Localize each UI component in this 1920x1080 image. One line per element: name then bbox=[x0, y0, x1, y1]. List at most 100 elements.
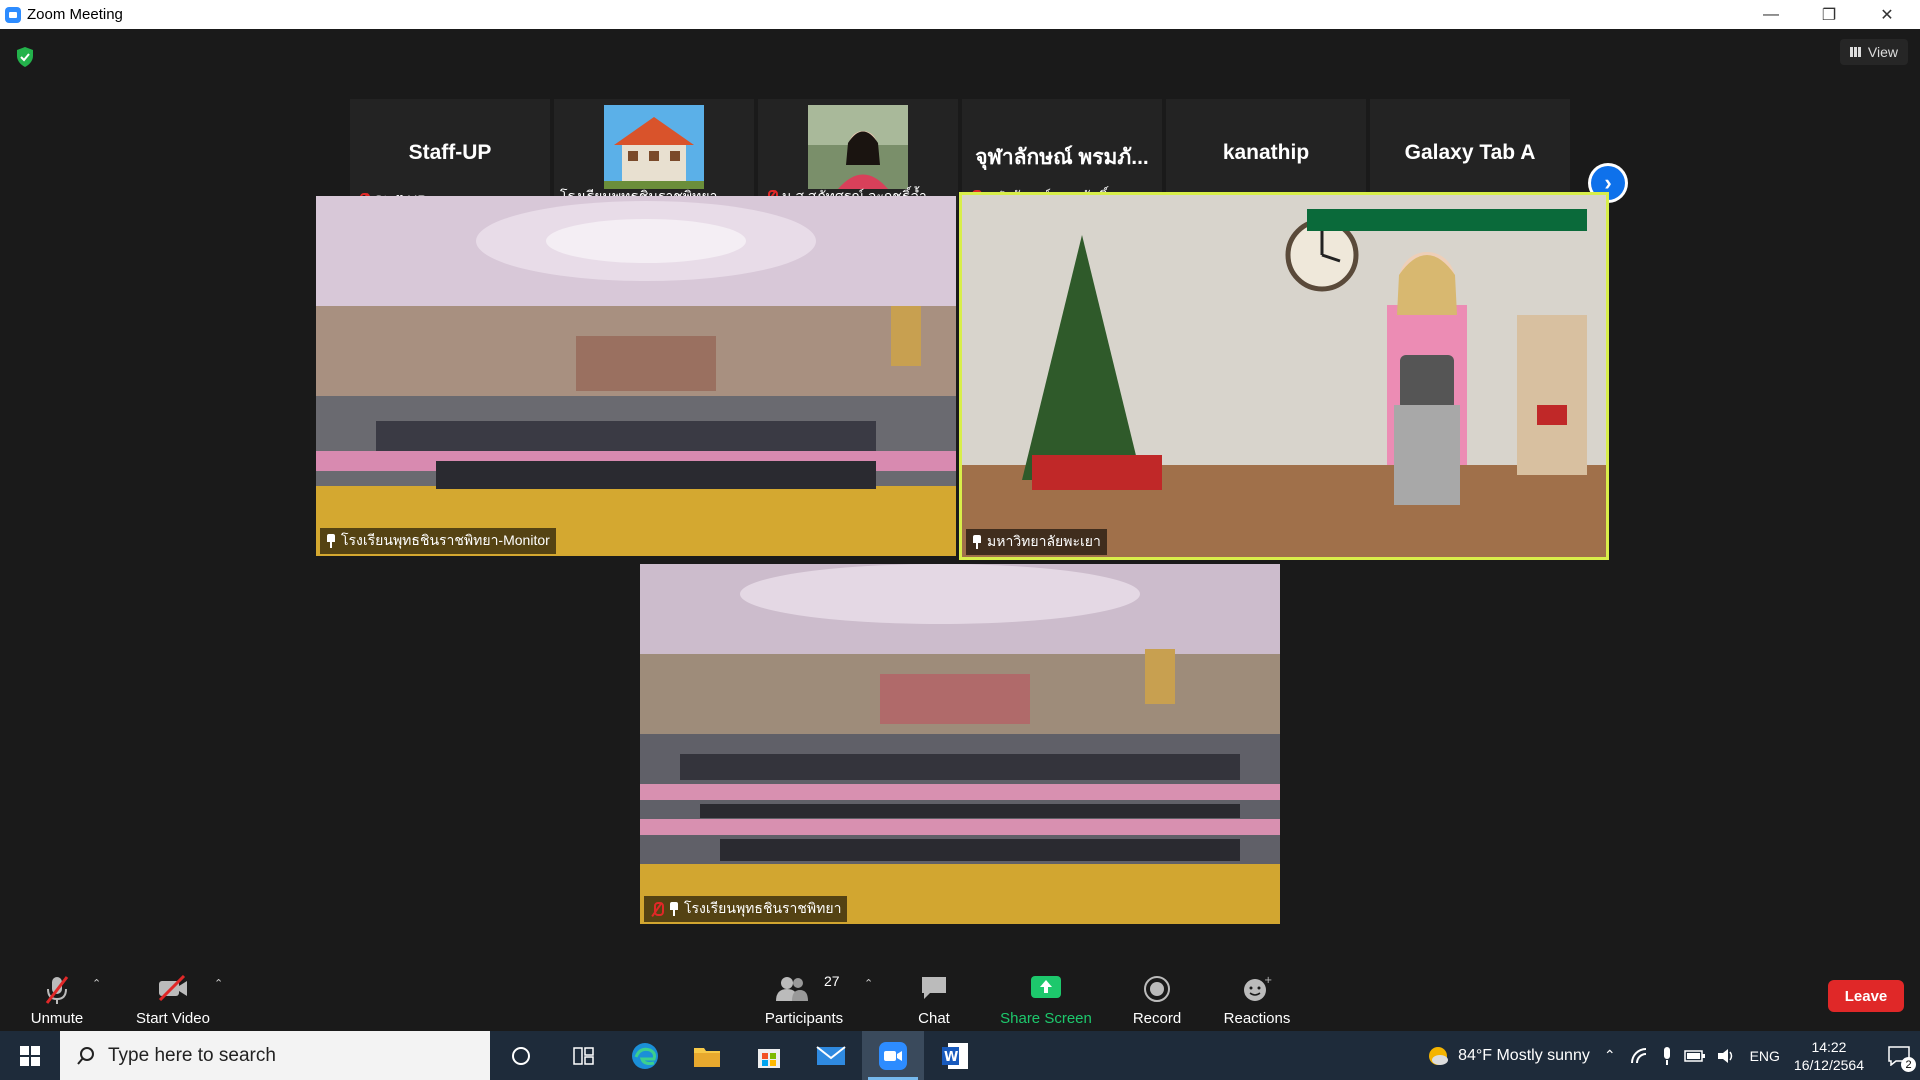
windows-taskbar: Type here to search W 84°F Mostly sunny … bbox=[0, 1031, 1920, 1080]
grid-view-icon bbox=[1849, 47, 1862, 57]
participant-tile[interactable]: Staff-UP Staff-UP bbox=[350, 99, 550, 210]
share-screen-label: Share Screen bbox=[1000, 1010, 1092, 1027]
zoom-app-icon bbox=[879, 1041, 907, 1070]
zoom-logo-icon bbox=[5, 6, 21, 23]
close-button[interactable]: ✕ bbox=[1858, 0, 1916, 29]
participants-count: 27 bbox=[824, 973, 840, 989]
input-language-indicator[interactable]: ENG bbox=[1750, 1048, 1780, 1064]
window-title: Zoom Meeting bbox=[27, 6, 123, 23]
participant-display-name: Galaxy Tab A bbox=[1404, 141, 1536, 164]
clock-time: 14:22 bbox=[1811, 1038, 1847, 1055]
microsoft-store-button[interactable] bbox=[738, 1031, 800, 1080]
search-icon bbox=[77, 1046, 94, 1065]
mail-button[interactable] bbox=[800, 1031, 862, 1080]
participants-icon bbox=[776, 977, 808, 1001]
participants-button[interactable]: 27 Participants bbox=[758, 969, 850, 1031]
mail-envelope-icon bbox=[816, 1045, 846, 1065]
reactions-label: Reactions bbox=[1223, 1010, 1291, 1027]
chat-label: Chat bbox=[918, 1010, 950, 1027]
show-hidden-icons-chevron-icon[interactable]: ⌃ bbox=[1604, 1047, 1616, 1064]
video-name-label: โรงเรียนพุทธชินราชพิทยา bbox=[644, 896, 848, 922]
title-bar: Zoom Meeting — ❐ ✕ bbox=[0, 0, 1920, 29]
person-avatar-image bbox=[808, 105, 908, 189]
microphone-muted-icon bbox=[45, 976, 69, 1004]
speaker-volume-icon[interactable] bbox=[1716, 1047, 1736, 1065]
windows-logo-icon bbox=[20, 1045, 40, 1066]
participant-display-name: Staff-UP bbox=[408, 141, 492, 164]
restore-button[interactable]: ❐ bbox=[1800, 0, 1858, 29]
zoom-taskbar-button[interactable] bbox=[862, 1031, 924, 1080]
start-video-button[interactable]: Start Video bbox=[132, 969, 214, 1031]
participant-display-name: kanathip bbox=[1222, 141, 1310, 164]
start-button[interactable] bbox=[0, 1031, 60, 1080]
weather-text[interactable]: 84°F Mostly sunny bbox=[1458, 1047, 1590, 1065]
cortana-circle-icon bbox=[512, 1046, 530, 1065]
share-screen-icon bbox=[1031, 976, 1061, 998]
video-name: โรงเรียนพุทธชินราชพิทยา bbox=[684, 900, 842, 916]
participants-options-caret-icon[interactable]: ⌃ bbox=[864, 977, 873, 990]
security-shield-icon[interactable] bbox=[16, 47, 34, 67]
video-name-label: โรงเรียนพุทธชินราชพิทยา-Monitor bbox=[320, 528, 556, 554]
video-options-caret-icon[interactable]: ⌃ bbox=[214, 977, 223, 990]
cortana-button[interactable] bbox=[490, 1031, 552, 1080]
battery-icon[interactable] bbox=[1683, 1049, 1706, 1063]
system-tray: 84°F Mostly sunny ⌃ ENG 14:22 16/12/2564… bbox=[1426, 1031, 1920, 1080]
start-video-label: Start Video bbox=[136, 1010, 210, 1027]
video-tile-hall[interactable]: โรงเรียนพุทธชินราชพิทยา bbox=[640, 564, 1280, 924]
muted-mic-icon bbox=[650, 902, 664, 916]
clock-date: 16/12/2564 bbox=[1793, 1056, 1864, 1073]
speaker-video-image bbox=[962, 195, 1606, 557]
record-button[interactable]: Record bbox=[1126, 969, 1188, 1031]
view-button[interactable]: View bbox=[1839, 39, 1908, 65]
edge-browser-button[interactable] bbox=[614, 1031, 676, 1080]
video-name: โรงเรียนพุทธชินราชพิทยา-Monitor bbox=[341, 532, 550, 548]
unmute-button[interactable]: Unmute bbox=[26, 969, 88, 1031]
unmute-label: Unmute bbox=[30, 1010, 84, 1027]
pin-icon bbox=[972, 535, 982, 549]
view-label: View bbox=[1867, 44, 1898, 60]
notification-center-button[interactable]: 2 bbox=[1878, 1031, 1920, 1080]
task-view-icon bbox=[573, 1046, 594, 1065]
word-taskbar-button[interactable]: W bbox=[924, 1031, 986, 1080]
share-screen-button[interactable]: Share Screen bbox=[996, 969, 1096, 1031]
hall-wide-video-image bbox=[640, 564, 1280, 924]
record-icon bbox=[1144, 976, 1170, 1002]
svg-text:+: + bbox=[1264, 975, 1272, 986]
video-off-icon bbox=[158, 975, 187, 1001]
file-explorer-button[interactable] bbox=[676, 1031, 738, 1080]
folder-icon bbox=[694, 1047, 720, 1067]
task-view-button[interactable] bbox=[552, 1031, 614, 1080]
search-placeholder: Type here to search bbox=[108, 1044, 276, 1066]
participants-label: Participants bbox=[764, 1010, 844, 1027]
notification-count-badge: 2 bbox=[1901, 1057, 1916, 1072]
video-name: มหาวิทยาลัยพะเยา bbox=[987, 533, 1101, 549]
participant-tile[interactable]: โรงเรียนพุทธชินราชพิทยา bbox=[554, 99, 754, 210]
video-tile-hall-monitor[interactable]: โรงเรียนพุทธชินราชพิทยา-Monitor bbox=[316, 196, 956, 556]
reactions-button[interactable]: + Reactions bbox=[1218, 969, 1296, 1031]
taskbar-search-box[interactable]: Type here to search bbox=[60, 1031, 490, 1080]
record-label: Record bbox=[1132, 1010, 1182, 1027]
pin-icon bbox=[669, 902, 679, 916]
participant-display-name: จุฬาลักษณ์ พรมภั... bbox=[975, 146, 1149, 169]
audio-options-caret-icon[interactable]: ⌃ bbox=[92, 977, 101, 990]
svg-text:W: W bbox=[944, 1050, 958, 1065]
pin-icon bbox=[326, 534, 336, 548]
taskbar-clock[interactable]: 14:22 16/12/2564 bbox=[1794, 1038, 1864, 1074]
video-tile-active-speaker[interactable]: มหาวิทยาลัยพะเยา bbox=[959, 192, 1609, 560]
video-name-label: มหาวิทยาลัยพะเยา bbox=[966, 529, 1107, 555]
smiley-reaction-icon: + bbox=[1244, 975, 1272, 1001]
chat-button[interactable]: Chat bbox=[904, 969, 964, 1031]
store-bag-icon bbox=[758, 1048, 780, 1068]
edge-browser-icon bbox=[632, 1042, 658, 1069]
hall-video-image bbox=[316, 196, 956, 556]
leave-button[interactable]: Leave bbox=[1828, 980, 1904, 1012]
microphone-tray-icon[interactable] bbox=[1660, 1046, 1674, 1066]
chat-bubble-icon bbox=[922, 977, 946, 999]
word-app-icon: W bbox=[942, 1042, 968, 1069]
participant-tile[interactable]: น.ส สุภัทศรณ์ จะฤชธิ์ล้ำ bbox=[758, 99, 958, 210]
weather-sunny-icon[interactable] bbox=[1426, 1044, 1450, 1068]
building-avatar-image bbox=[604, 105, 704, 189]
meeting-toolbar: Unmute ⌃ Start Video ⌃ 27 Participants ⌃… bbox=[0, 969, 1920, 1031]
network-icon[interactable] bbox=[1630, 1047, 1650, 1065]
minimize-button[interactable]: — bbox=[1742, 0, 1800, 29]
